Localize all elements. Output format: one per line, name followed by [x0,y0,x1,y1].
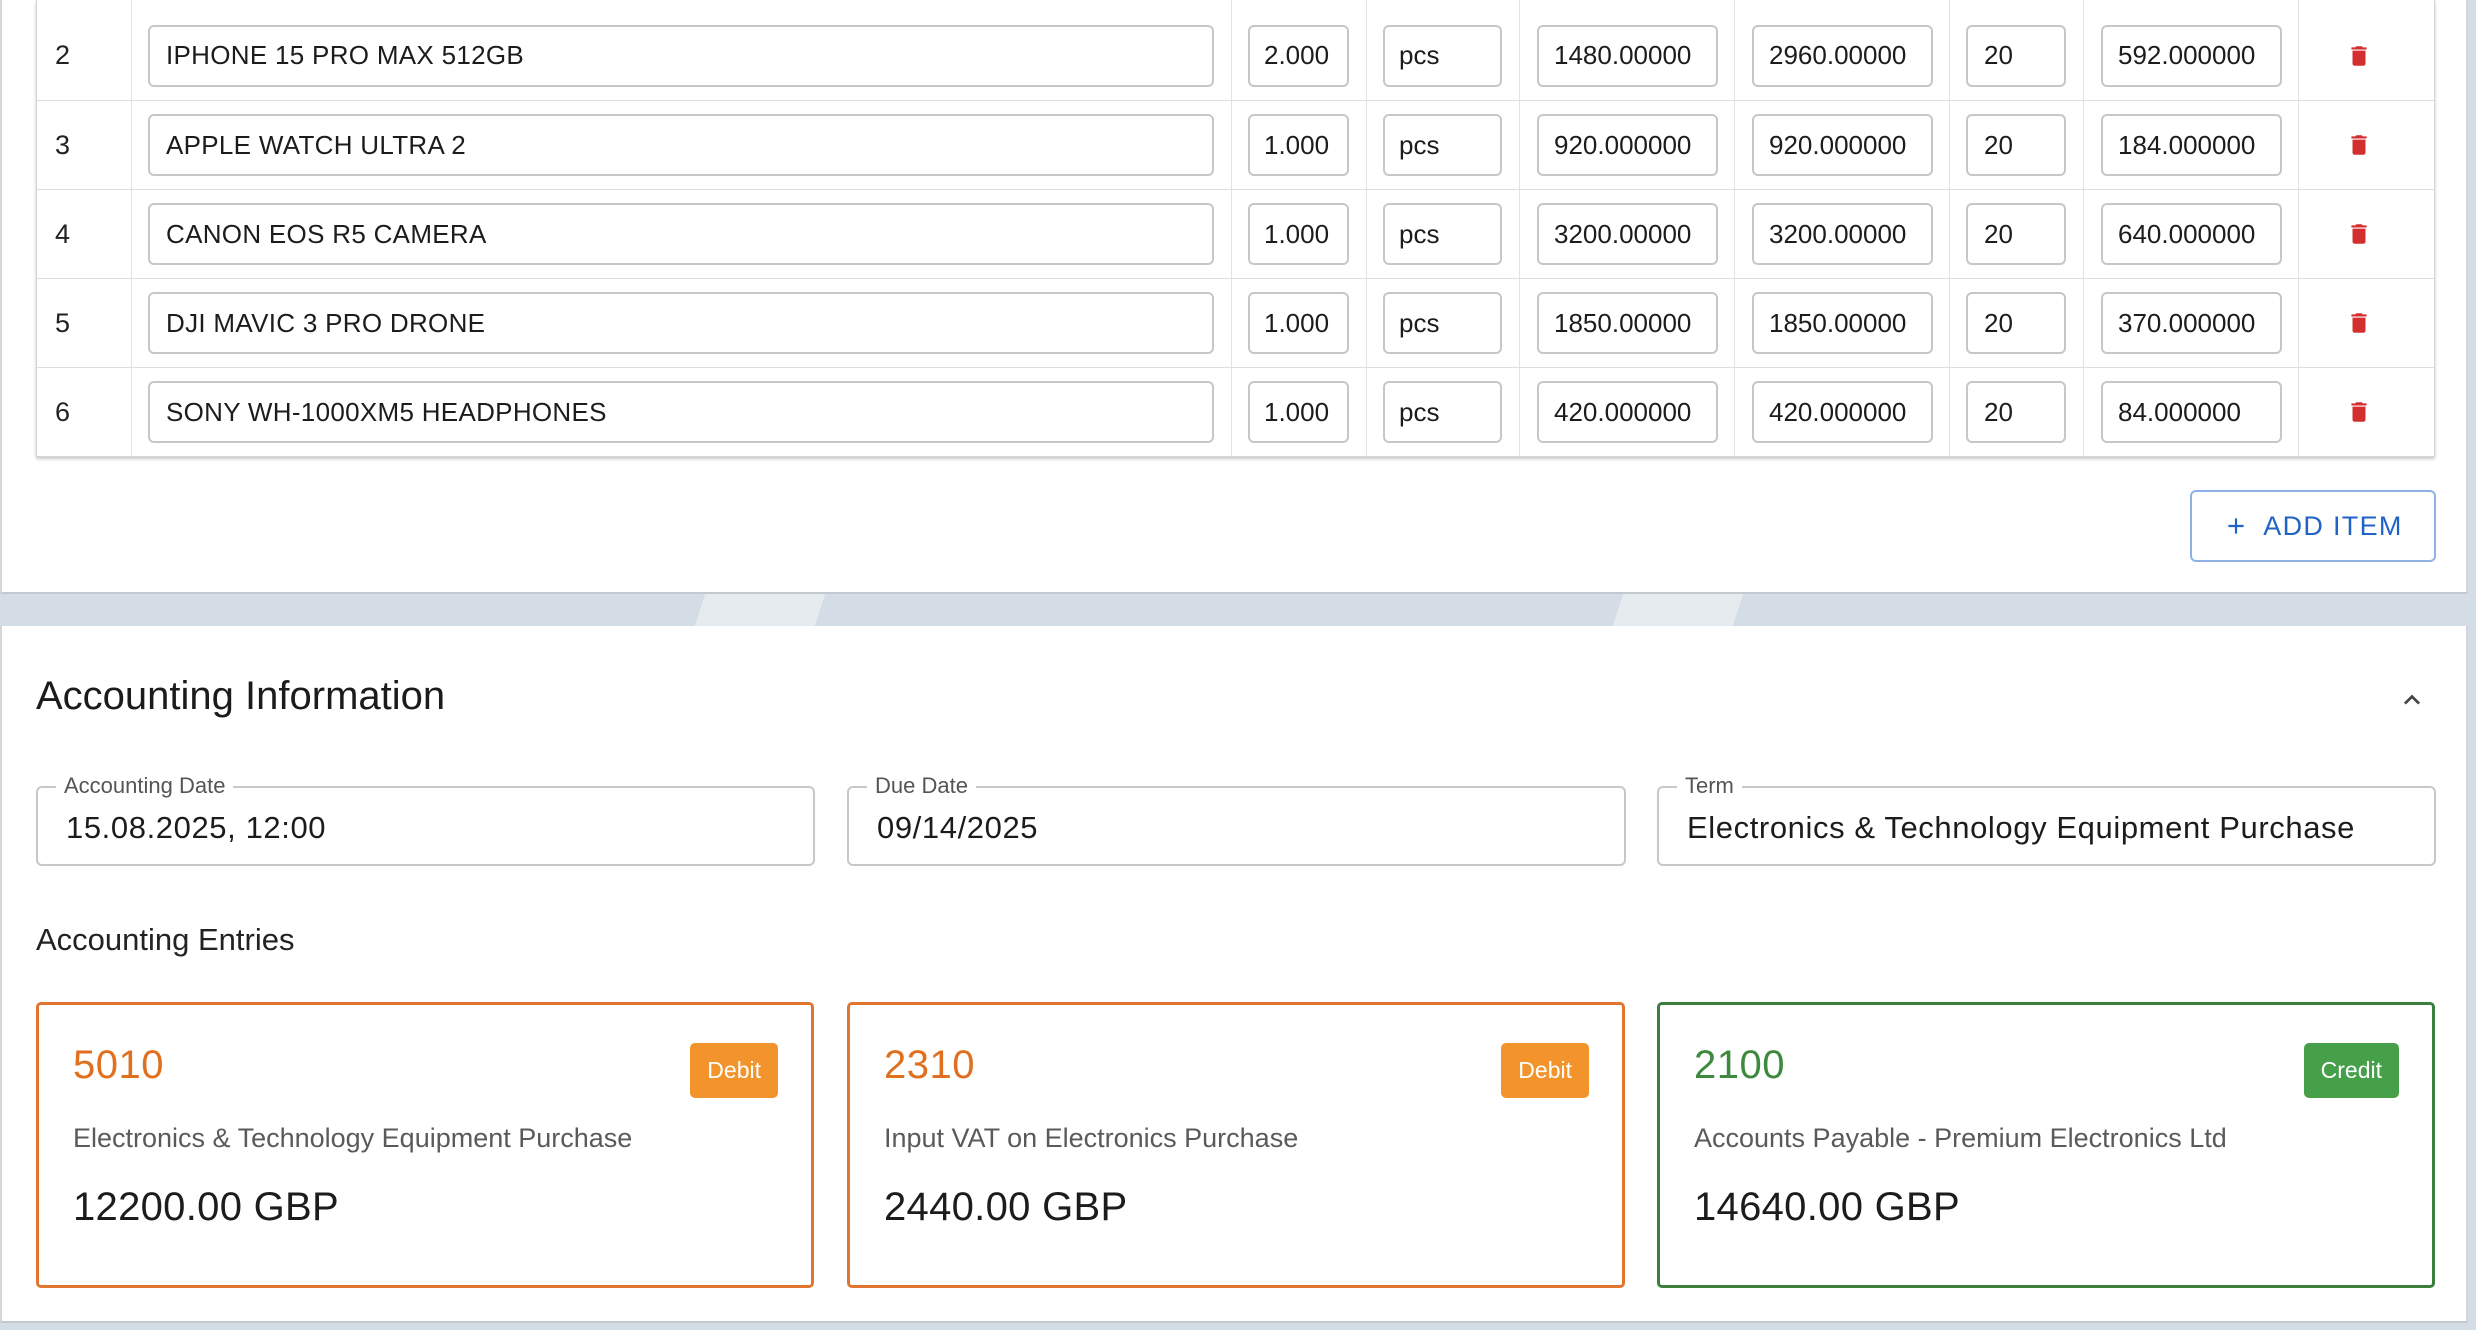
row-number: 3 [37,101,132,189]
delete-row-button[interactable] [2299,190,2436,278]
amount-input[interactable]: 920.000000 [1752,114,1933,176]
description-input[interactable]: APPLE WATCH ULTRA 2 [148,114,1214,176]
vat-amount-input[interactable]: 84.000000 [2101,381,2282,443]
table-row: 3 APPLE WATCH ULTRA 2 1.000 pcs 920.0000… [37,100,2434,189]
unit-price-input[interactable]: 420.000000 [1537,381,1718,443]
chevron-up-icon[interactable] [2396,684,2428,716]
vat-amount-input[interactable]: 592.000000 [2101,24,2282,87]
account-description: Accounts Payable - Premium Electronics L… [1694,1123,2227,1153]
section-title: Accounting Information [36,674,446,718]
credit-badge: Credit [2303,1043,2399,1098]
accounting-date-value: 15.08.2025, 12:00 [66,810,327,845]
due-date-field[interactable]: Due Date 09/14/2025 [847,773,1626,866]
unit-input[interactable]: pcs [1383,381,1502,443]
row-number: 5 [37,279,132,367]
delete-row-button[interactable] [2299,368,2436,456]
unit-input[interactable]: pcs [1383,114,1502,176]
row-number: 2 [37,0,132,100]
delete-row-button[interactable] [2299,0,2436,100]
accounting-entry-card: 5010 Debit Electronics & Technology Equi… [36,1002,814,1288]
amount-input[interactable]: 1850.00000 [1752,292,1933,354]
amount-input[interactable]: 3200.00000 [1752,203,1933,265]
due-date-label: Due Date [867,773,976,799]
add-item-label: ADD ITEM [2263,510,2403,541]
table-row: 2 IPHONE 15 PRO MAX 512GB 2.000 pcs 1480… [37,0,2434,100]
table-row: 4 CANON EOS R5 CAMERA 1.000 pcs 3200.000… [37,189,2434,278]
unit-price-input[interactable]: 3200.00000 [1537,203,1718,265]
accounting-date-field[interactable]: Accounting Date 15.08.2025, 12:00 [36,773,815,866]
quantity-input[interactable]: 1.000 [1248,292,1349,354]
vat-amount-input[interactable]: 640.000000 [2101,203,2282,265]
unit-input[interactable]: pcs [1383,203,1502,265]
term-label: Term [1677,773,1742,799]
description-input[interactable]: DJI MAVIC 3 PRO DRONE [148,292,1214,354]
description-input[interactable]: CANON EOS R5 CAMERA [148,203,1214,265]
debit-badge: Debit [1501,1043,1589,1098]
vat-rate-input[interactable]: 20 [1966,203,2066,265]
term-value: Electronics & Technology Equipment Purch… [1687,810,2355,845]
trash-icon[interactable] [2346,395,2372,429]
entry-amount: 12200.00 GBP [73,1185,340,1229]
account-description: Input VAT on Electronics Purchase [884,1123,1299,1153]
accounting-entry-card: 2310 Debit Input VAT on Electronics Purc… [847,1002,1625,1288]
unit-price-input[interactable]: 1850.00000 [1537,292,1718,354]
plus-icon [2228,518,2244,534]
entry-amount: 2440.00 GBP [884,1185,1128,1229]
account-description: Electronics & Technology Equipment Purch… [73,1123,633,1153]
delete-row-button[interactable] [2299,279,2436,367]
unit-input[interactable]: pcs [1383,24,1502,87]
accounting-entries-title: Accounting Entries [36,922,295,957]
account-number: 5010 [73,1043,164,1087]
vat-rate-input[interactable]: 20 [1966,24,2066,87]
vat-rate-input[interactable]: 20 [1966,381,2066,443]
trash-icon[interactable] [2346,128,2372,162]
unit-price-input[interactable]: 920.000000 [1537,114,1718,176]
entry-amount: 14640.00 GBP [1694,1185,1961,1229]
quantity-input[interactable]: 1.000 [1248,114,1349,176]
delete-row-button[interactable] [2299,101,2436,189]
trash-icon[interactable] [2346,39,2372,73]
account-number: 2310 [884,1043,975,1087]
accounting-date-label: Accounting Date [56,773,234,799]
amount-input[interactable]: 420.000000 [1752,381,1933,443]
description-input[interactable]: SONY WH-1000XM5 HEADPHONES [148,381,1214,443]
trash-icon[interactable] [2346,217,2372,251]
debit-badge: Debit [690,1043,778,1098]
accounting-information-card: Accounting Information Accounting Date 1… [0,626,2468,1323]
quantity-input[interactable]: 1.000 [1248,381,1349,443]
due-date-value: 09/14/2025 [877,810,1039,845]
vat-amount-input[interactable]: 184.000000 [2101,114,2282,176]
table-row: 6 SONY WH-1000XM5 HEADPHONES 1.000 pcs 4… [37,367,2434,456]
trash-icon[interactable] [2346,306,2372,340]
unit-input[interactable]: pcs [1383,292,1502,354]
term-field[interactable]: Term Electronics & Technology Equipment … [1657,773,2436,866]
table-row: 5 DJI MAVIC 3 PRO DRONE 1.000 pcs 1850.0… [37,278,2434,367]
quantity-input[interactable]: 2.000 [1248,24,1349,87]
line-items-table: 2 IPHONE 15 PRO MAX 512GB 2.000 pcs 1480… [36,0,2435,457]
add-item-button[interactable]: ADD ITEM [2190,490,2436,562]
amount-input[interactable]: 2960.00000 [1752,24,1933,87]
row-number: 4 [37,190,132,278]
description-input[interactable]: IPHONE 15 PRO MAX 512GB [148,24,1214,87]
line-items-card: 2 IPHONE 15 PRO MAX 512GB 2.000 pcs 1480… [0,0,2468,594]
vat-rate-input[interactable]: 20 [1966,114,2066,176]
account-number: 2100 [1694,1043,1785,1087]
row-number: 6 [37,368,132,456]
vat-amount-input[interactable]: 370.000000 [2101,292,2282,354]
vat-rate-input[interactable]: 20 [1966,292,2066,354]
quantity-input[interactable]: 1.000 [1248,203,1349,265]
accounting-entry-card: 2100 Credit Accounts Payable - Premium E… [1657,1002,2435,1288]
unit-price-input[interactable]: 1480.00000 [1537,24,1718,87]
